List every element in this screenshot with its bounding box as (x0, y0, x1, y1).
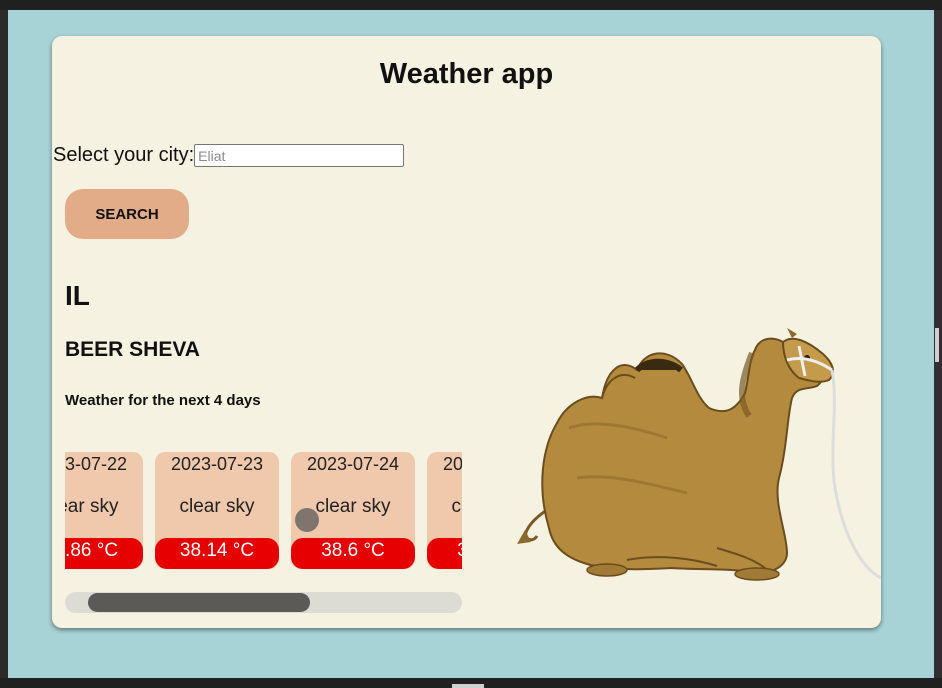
day-temperature: 37.9 °C (427, 538, 462, 569)
window-top-bar (0, 0, 942, 10)
day-date: 2023-07-24 (306, 454, 400, 474)
day-description: clear sky (451, 496, 462, 517)
forecast-heading: Weather for the next 4 days (65, 392, 261, 409)
city-name: BEER SHEVA (65, 338, 200, 361)
forecast-day-card: 2023-07-23 clear sky 38.14 °C (155, 452, 279, 569)
day-date: 2023-07-25 (442, 454, 462, 474)
city-input[interactable] (194, 144, 405, 167)
forecast-day-card: 2023-07-22 clear sky 35.86 °C (65, 452, 143, 569)
forecast-scroller[interactable]: 2023-07-22 clear sky 35.86 °C 2023-07-23… (65, 452, 462, 569)
camel-illustration-icon (517, 328, 881, 581)
page-title: Weather app (379, 58, 554, 90)
city-label: Select your city: (53, 144, 195, 166)
day-temperature: 38.6 °C (291, 538, 415, 569)
weather-card: Weather app Select your city: SEARCH IL … (52, 36, 881, 628)
resize-handle[interactable] (935, 328, 939, 362)
day-temperature: 38.14 °C (155, 538, 279, 569)
forecast-scrollbar[interactable] (65, 592, 462, 613)
city-select-row: Select your city: (53, 144, 405, 167)
country-code: IL (65, 280, 90, 311)
forecast-day-card: 2023-07-25 clear sky 37.9 °C (427, 452, 462, 569)
pointer-cursor (295, 508, 319, 532)
day-date: 2023-07-22 (65, 454, 128, 474)
day-temperature: 35.86 °C (65, 538, 143, 569)
forecast-track: 2023-07-22 clear sky 35.86 °C 2023-07-23… (65, 452, 462, 569)
day-description: clear sky (65, 496, 119, 517)
day-description: clear sky (179, 496, 255, 517)
scrollbar-thumb[interactable] (88, 593, 310, 612)
bottom-resize-handle[interactable] (452, 684, 484, 688)
search-button[interactable]: SEARCH (65, 189, 189, 239)
day-date: 2023-07-23 (170, 454, 264, 474)
